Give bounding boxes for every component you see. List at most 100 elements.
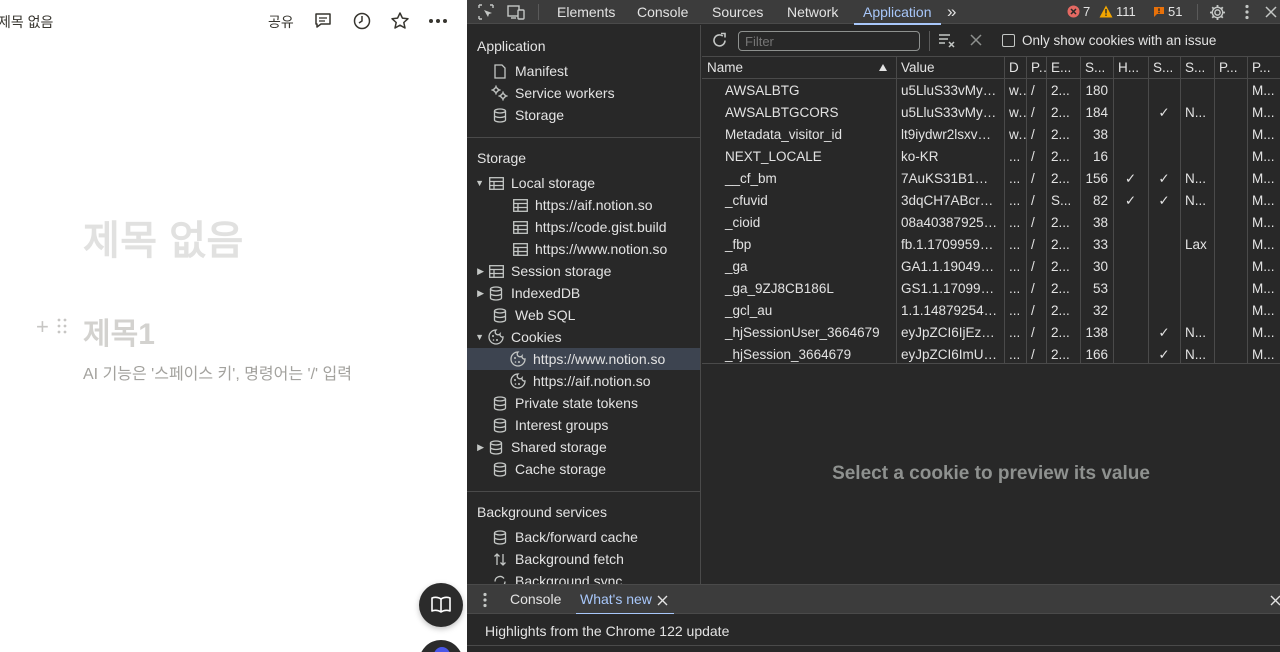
column-header[interactable]: S... xyxy=(1148,57,1180,79)
column-divider[interactable] xyxy=(1026,57,1027,363)
device-toolbar-icon[interactable] xyxy=(507,3,525,21)
column-header[interactable]: H... xyxy=(1113,57,1148,79)
sidebar-item-shared-storage[interactable]: ▶ Shared storage xyxy=(467,436,700,458)
table-row[interactable]: _ga_9ZJ8CB186L GS1.1.170996…... / 2... 53 M..… xyxy=(702,278,1280,300)
sidebar-item-private-state-tokens[interactable]: Private state tokens xyxy=(467,392,700,414)
help-book-button[interactable] xyxy=(419,583,463,627)
close-tab-icon[interactable] xyxy=(657,594,668,609)
column-divider[interactable] xyxy=(1148,57,1149,363)
sidebar-item-cookies-www-notion[interactable]: https://www.notion.so xyxy=(467,348,700,370)
column-header[interactable]: E... xyxy=(1046,57,1080,79)
table-row[interactable]: _cioid 08a40387925…... / 2... 38 M... xyxy=(702,212,1280,234)
column-divider[interactable] xyxy=(1046,57,1047,363)
column-header[interactable]: Value xyxy=(896,57,1004,79)
table-row[interactable]: _ga GA1.1.190494…... / 2... 30 M... xyxy=(702,256,1280,278)
sidebar-item-background-fetch[interactable]: Background fetch xyxy=(467,548,700,570)
collapsed-arrow-icon[interactable]: ▶ xyxy=(467,288,487,299)
cookie-filter-input[interactable] xyxy=(738,31,920,51)
page-title[interactable]: 제목 없음 xyxy=(83,208,244,266)
sidebar-item-cookies[interactable]: ▼ Cookies xyxy=(467,326,700,348)
column-header[interactable]: S... xyxy=(1080,57,1113,79)
sidebar-item-indexeddb[interactable]: ▶ IndexedDB xyxy=(467,282,700,304)
sidebar-item-local-code-gist[interactable]: https://code.gist.build xyxy=(467,216,700,238)
collapsed-arrow-icon[interactable]: ▶ xyxy=(467,266,487,277)
expanded-arrow-icon[interactable]: ▼ xyxy=(467,332,487,342)
close-devtools-icon[interactable] xyxy=(1262,3,1280,21)
column-header[interactable]: P... xyxy=(1214,57,1247,79)
column-header[interactable]: Name xyxy=(702,57,896,79)
table-row[interactable]: _hjSessionUser_3664679 eyJpZCI6IjEz…... / 2… xyxy=(702,322,1280,344)
table-row[interactable]: _fbp fb.1.1709959…... / 2... 33 Lax M... xyxy=(702,234,1280,256)
error-count-badge[interactable]: 7 xyxy=(1067,4,1090,19)
clock-history-icon[interactable] xyxy=(351,10,373,32)
collapsed-arrow-icon[interactable]: ▶ xyxy=(467,442,487,453)
sidebar-item-service-workers[interactable]: Service workers xyxy=(467,82,700,104)
table-row[interactable]: Metadata_visitor_id lt9iydwr2lsxv… w. / 2...… xyxy=(702,124,1280,146)
column-divider[interactable] xyxy=(1180,57,1181,363)
text-block-placeholder[interactable]: AI 기능은 '스페이스 키', 명령어는 '/' 입력 xyxy=(83,362,368,388)
block-handle[interactable]: + xyxy=(36,314,67,340)
sidebar-item-bfcache[interactable]: Back/forward cache xyxy=(467,526,700,548)
sidebar-item-background-sync[interactable]: Background sync xyxy=(467,570,700,584)
sidebar-item-cookies-aif-notion[interactable]: https://aif.notion.so xyxy=(467,370,700,392)
column-header[interactable]: P... xyxy=(1247,57,1280,79)
ai-assistant-button[interactable] xyxy=(419,640,463,652)
sidebar-item-websql[interactable]: Web SQL xyxy=(467,304,700,326)
sidebar-item-local-aif-notion[interactable]: https://aif.notion.so xyxy=(467,194,700,216)
table-row[interactable]: _cfuvid 3dqCH7ABcr…... / S... 82 ✓ ✓ N... M... xyxy=(702,190,1280,212)
drawer-tab-console[interactable]: Console xyxy=(510,591,561,607)
more-options-icon[interactable] xyxy=(427,10,449,32)
column-divider[interactable] xyxy=(1113,57,1114,363)
column-divider[interactable] xyxy=(1214,57,1215,363)
table-row[interactable]: _hjSession_3664679 eyJpZCI6ImU…... / 2... 16… xyxy=(702,344,1280,363)
drawer-menu-icon[interactable] xyxy=(483,592,487,611)
expanded-arrow-icon[interactable]: ▼ xyxy=(467,178,487,188)
tab-application[interactable]: Application xyxy=(854,0,940,25)
sort-ascending-icon[interactable] xyxy=(879,64,887,71)
star-icon[interactable] xyxy=(389,10,411,32)
tab-network[interactable]: Network xyxy=(787,0,838,24)
tab-elements[interactable]: Elements xyxy=(557,0,615,24)
sidebar-item-local-www-notion[interactable]: https://www.notion.so xyxy=(467,238,700,260)
clear-all-cookies-icon[interactable] xyxy=(970,34,982,49)
kebab-menu-icon[interactable] xyxy=(1238,3,1256,21)
close-drawer-icon[interactable] xyxy=(1270,594,1280,609)
whats-new-headline[interactable]: Highlights from the Chrome 122 update xyxy=(485,623,729,639)
column-header[interactable]: S... xyxy=(1180,57,1214,79)
column-header[interactable]: P. xyxy=(1026,57,1046,79)
sidebar-item-interest-groups[interactable]: Interest groups xyxy=(467,414,700,436)
table-row[interactable]: __cf_bm 7AuKS31B1m…... / 2... 156 ✓ ✓ N... M... xyxy=(702,168,1280,190)
table-cell: / xyxy=(1031,149,1035,164)
tab-sources[interactable]: Sources xyxy=(712,0,763,24)
share-button[interactable]: 공유 xyxy=(268,12,294,32)
heading-block[interactable]: 제목1 xyxy=(83,309,155,353)
plus-icon[interactable]: + xyxy=(36,314,49,340)
column-divider[interactable] xyxy=(1247,57,1248,363)
drag-handle-icon[interactable] xyxy=(57,314,67,340)
table-row[interactable]: AWSALBTG u5LluS33vMy… w. / 2... 180 M... xyxy=(702,80,1280,102)
column-divider[interactable] xyxy=(1080,57,1081,363)
table-row[interactable]: AWSALBTGCORS u5LluS33vMy… w. / 2... 184 ✓ N... M… xyxy=(702,102,1280,124)
clear-filtered-cookies-icon[interactable] xyxy=(938,32,956,52)
sidebar-item-local-storage[interactable]: ▼ Local storage xyxy=(467,172,700,194)
only-issues-checkbox[interactable] xyxy=(1002,34,1015,47)
sidebar-item-storage-overview[interactable]: Storage xyxy=(467,104,700,126)
table-row[interactable]: _gcl_au 1.1.14879254…... / 2... 32 M... xyxy=(702,300,1280,322)
table-row[interactable]: NEXT_LOCALE ko-KR... / 2... 16 M... xyxy=(702,146,1280,168)
refresh-icon[interactable] xyxy=(711,32,728,52)
inspect-element-icon[interactable] xyxy=(477,3,495,21)
column-divider[interactable] xyxy=(896,57,897,363)
sidebar-item-manifest[interactable]: Manifest xyxy=(467,60,700,82)
comment-icon[interactable] xyxy=(312,10,334,32)
settings-gear-icon[interactable] xyxy=(1208,3,1226,21)
column-header[interactable]: D xyxy=(1004,57,1026,79)
doc-title-breadcrumb[interactable]: 제목 없음 xyxy=(0,12,53,32)
tab-console[interactable]: Console xyxy=(637,0,688,24)
more-tabs-chevron-icon[interactable]: » xyxy=(947,0,956,24)
sidebar-item-session-storage[interactable]: ▶ Session storage xyxy=(467,260,700,282)
drawer-tab-whats-new[interactable]: What's new xyxy=(576,591,674,615)
sidebar-item-cache-storage[interactable]: Cache storage xyxy=(467,458,700,480)
warning-count-badge[interactable]: 111 xyxy=(1099,4,1136,19)
column-divider[interactable] xyxy=(1004,57,1005,363)
issues-count-badge[interactable]: 51 xyxy=(1153,4,1182,19)
